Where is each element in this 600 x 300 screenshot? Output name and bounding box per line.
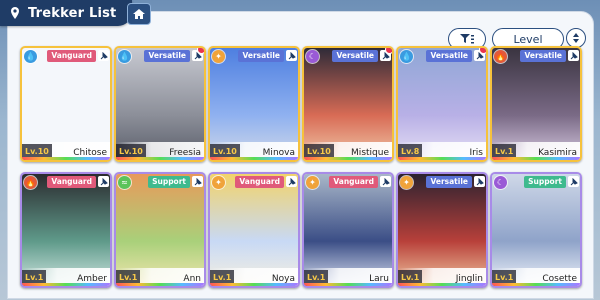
rarity-stripe [304, 283, 392, 286]
favorite-pin-icon[interactable] [474, 176, 485, 187]
role-badge: Versatile [426, 50, 472, 62]
rarity-stripe [398, 283, 486, 286]
trekker-card[interactable]: ✦ Vanguard Lv.1 Noya [208, 172, 300, 288]
role-badge: Versatile [144, 50, 190, 62]
role-badge: Vanguard [47, 176, 96, 188]
light-element-icon: ✦ [212, 50, 225, 63]
notification-dot [197, 48, 204, 54]
favorite-pin-icon[interactable] [568, 176, 579, 187]
role-badge: Vanguard [47, 50, 96, 62]
role-badge: Versatile [426, 176, 472, 188]
notification-dot [479, 48, 486, 54]
water-element-icon: 💧 [118, 50, 131, 63]
trekker-card[interactable]: ✦ Versatile Lv.10 Minova [208, 46, 300, 162]
favorite-pin-icon[interactable] [98, 50, 109, 61]
trekker-grid: 💧 Vanguard Lv.10 Chitose 💧 Versatile Lv.10 Free… [20, 46, 586, 288]
page-title: Trekker List [28, 5, 117, 21]
sort-arrows-icon [573, 33, 579, 43]
fire-element-icon: 🔥 [494, 50, 507, 63]
favorite-pin-icon[interactable] [380, 176, 391, 187]
sort-order-toggle[interactable] [566, 28, 586, 48]
trekker-card[interactable]: ✦ Versatile Lv.1 Jinglin [396, 172, 488, 288]
role-badge: Vanguard [235, 176, 284, 188]
rarity-stripe [492, 283, 580, 286]
light-element-icon: ✦ [306, 176, 319, 189]
water-element-icon: 💧 [24, 50, 37, 63]
light-element-icon: ✦ [400, 176, 413, 189]
rarity-stripe [210, 157, 298, 160]
favorite-pin-icon[interactable] [286, 176, 297, 187]
rarity-stripe [22, 283, 110, 286]
home-button[interactable] [127, 3, 151, 25]
role-badge: Support [148, 176, 190, 188]
notification-dot [385, 48, 392, 54]
favorite-pin-icon[interactable] [568, 50, 579, 61]
role-badge: Versatile [238, 50, 284, 62]
filter-icon [460, 34, 474, 44]
trekker-card[interactable]: ☾ Versatile Lv.10 Mistique [302, 46, 394, 162]
trekker-card[interactable]: 💧 Vanguard Lv.10 Chitose [20, 46, 112, 162]
rarity-stripe [116, 283, 204, 286]
trekker-card[interactable]: ✦ Vanguard Lv.1 Laru [302, 172, 394, 288]
title-tab: Trekker List [0, 0, 132, 26]
rarity-stripe [22, 157, 110, 160]
role-badge: Versatile [332, 50, 378, 62]
rarity-stripe [116, 157, 204, 160]
favorite-pin-icon[interactable] [192, 176, 203, 187]
dark-element-icon: ☾ [306, 50, 319, 63]
trekker-card[interactable]: 💧 Versatile Lv.8 Iris [396, 46, 488, 162]
trekker-card[interactable]: 🔥 Vanguard Lv.1 Amber [20, 172, 112, 288]
wind-element-icon: ≈ [118, 176, 131, 189]
water-element-icon: 💧 [400, 50, 413, 63]
rarity-stripe [210, 283, 298, 286]
light-element-icon: ✦ [212, 176, 225, 189]
fire-element-icon: 🔥 [24, 176, 37, 189]
favorite-pin-icon[interactable] [98, 176, 109, 187]
trekker-card[interactable]: 💧 Versatile Lv.10 Freesia [114, 46, 206, 162]
rarity-stripe [304, 157, 392, 160]
rarity-stripe [492, 157, 580, 160]
trekker-card[interactable]: ☾ Support Lv.1 Cosette [490, 172, 582, 288]
rarity-stripe [398, 157, 486, 160]
location-pin-icon [11, 7, 19, 19]
role-badge: Versatile [520, 50, 566, 62]
top-bar: Level Trekker List [0, 0, 600, 298]
role-badge: Support [524, 176, 566, 188]
trekker-card[interactable]: ≈ Support Lv.1 Ann [114, 172, 206, 288]
home-icon [133, 9, 145, 19]
role-badge: Vanguard [329, 176, 378, 188]
favorite-pin-icon[interactable] [286, 50, 297, 61]
trekker-card[interactable]: 🔥 Versatile Lv.1 Kasimira [490, 46, 582, 162]
dark-element-icon: ☾ [494, 176, 507, 189]
